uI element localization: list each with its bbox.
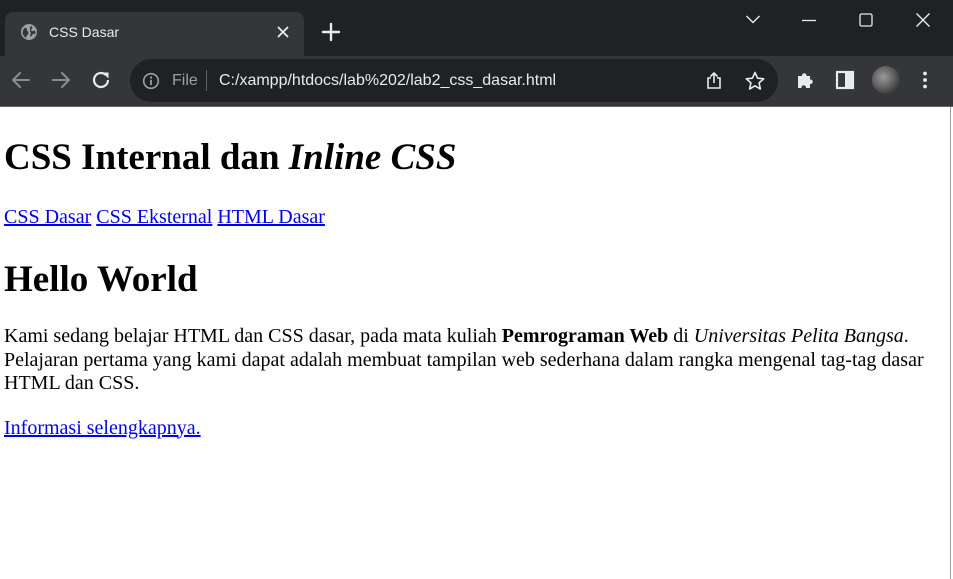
more-info-link[interactable]: Informasi selengkapnya.: [4, 417, 201, 439]
more-info: Informasi selengkapnya.: [4, 416, 946, 440]
chevron-down-icon[interactable]: [738, 6, 768, 34]
course-name: Pemrograman Web: [501, 325, 669, 347]
page-title: CSS Internal dan Inline CSS: [4, 137, 946, 179]
info-icon[interactable]: [142, 72, 160, 90]
page-title-text: CSS Internal dan: [4, 137, 289, 178]
paragraph-text-1: Kami sedang belajar HTML dan CSS dasar, …: [4, 325, 502, 347]
paragraph-text-2: di: [668, 325, 694, 347]
browser-tab[interactable]: CSS Dasar: [5, 12, 304, 56]
link-css-dasar[interactable]: CSS Dasar: [4, 206, 91, 228]
maximize-icon[interactable]: [851, 6, 881, 34]
tab-title: CSS Dasar: [49, 24, 120, 40]
link-css-eksternal[interactable]: CSS Eksternal: [96, 206, 212, 228]
nav-links: CSS Dasar CSS Eksternal HTML Dasar: [4, 205, 946, 229]
url-text[interactable]: C:/xampp/htdocs/lab%202/lab2_css_dasar.h…: [219, 71, 556, 91]
globe-icon: [21, 24, 37, 40]
more-vert-icon[interactable]: [914, 69, 936, 91]
side-panel-icon[interactable]: [834, 69, 856, 91]
forward-arrow-icon[interactable]: [49, 68, 73, 92]
close-icon[interactable]: [275, 24, 291, 40]
intro-paragraph: Kami sedang belajar HTML dan CSS dasar, …: [4, 325, 934, 396]
link-html-dasar[interactable]: HTML Dasar: [217, 206, 325, 228]
address-bar[interactable]: File C:/xampp/htdocs/lab%202/lab2_css_da…: [130, 59, 778, 102]
scheme-label: File: [172, 72, 198, 89]
avatar[interactable]: [872, 66, 900, 94]
university-name: Universitas Pelita Bangsa: [693, 325, 904, 347]
close-window-icon[interactable]: [908, 6, 938, 34]
hello-heading: Hello World: [4, 259, 198, 300]
page-viewport: CSS Internal dan Inline CSS CSS Dasar CS…: [0, 107, 951, 579]
reload-icon[interactable]: [89, 68, 113, 92]
star-icon[interactable]: [744, 70, 766, 92]
plus-icon[interactable]: [320, 21, 342, 43]
address-separator: [206, 70, 207, 91]
page-title-italic: Inline CSS: [288, 137, 457, 178]
browser-titlebar: CSS Dasar: [0, 0, 953, 56]
minimize-icon[interactable]: [794, 6, 824, 34]
puzzle-icon[interactable]: [794, 69, 816, 91]
share-icon[interactable]: [703, 70, 725, 92]
back-arrow-icon[interactable]: [9, 68, 33, 92]
